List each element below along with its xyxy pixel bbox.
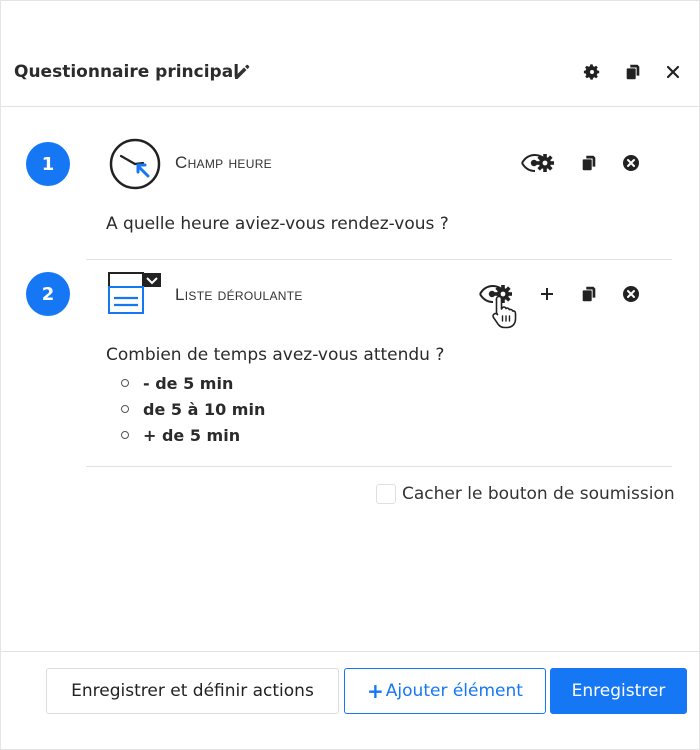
form-element-1[interactable]: 1 Champ heure A quelle heure aviez-vous … [1,108,699,260]
list-item: + de 5 min [121,422,265,448]
hand-cursor-icon [490,294,520,334]
divider [86,466,672,467]
bullet-icon [121,379,129,387]
visibility-settings-icon[interactable] [520,151,556,175]
clock-icon [108,136,164,196]
save-button[interactable]: Enregistrer [550,668,687,714]
dropdown-list-icon [108,272,164,320]
copy-icon[interactable] [579,151,599,175]
save-and-define-actions-button[interactable]: Enregistrer et définir actions [46,668,339,714]
gear-icon[interactable] [581,61,603,83]
form-editor-dialog: Questionnaire principal 1 Champ heure A … [0,0,700,750]
hide-submit-label: Cacher le bouton de soumission [402,484,675,504]
copy-icon[interactable] [622,61,644,83]
copy-icon[interactable] [579,282,599,306]
delete-icon[interactable] [621,151,641,175]
element-question: Combien de temps avez-vous attendu ? [106,345,445,365]
delete-icon[interactable] [621,282,641,306]
hide-submit-row[interactable]: Cacher le bouton de soumission [376,484,675,504]
pencil-icon[interactable] [231,61,253,83]
bullet-icon [121,405,129,413]
form-element-2[interactable]: 2 Liste déroulante Combien de temps avez… [1,260,699,467]
close-icon[interactable] [662,61,684,83]
form-title: Questionnaire principal [14,61,240,82]
element-number-badge: 1 [26,142,70,186]
element-type-label: Liste déroulante [175,285,303,304]
add-option-icon[interactable] [537,282,557,306]
element-number-badge: 2 [26,272,70,316]
element-type-label: Champ heure [175,153,272,172]
dialog-header: Questionnaire principal [1,37,699,107]
element-question: A quelle heure aviez-vous rendez-vous ? [106,214,449,234]
list-item: de 5 à 10 min [121,396,265,422]
add-element-button[interactable]: + Ajouter élément [344,668,546,714]
option-list: - de 5 min de 5 à 10 min + de 5 min [121,370,265,448]
hide-submit-checkbox[interactable] [376,484,396,504]
footer-divider [1,651,699,652]
plus-icon: + [367,679,384,703]
bullet-icon [121,431,129,439]
list-item: - de 5 min [121,370,265,396]
